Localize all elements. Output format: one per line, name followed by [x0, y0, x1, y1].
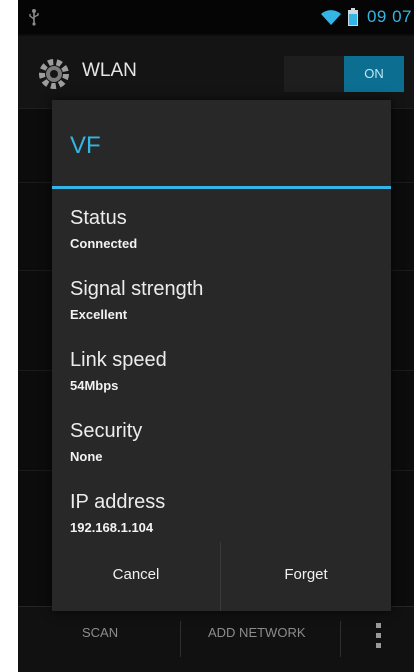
info-label: Link speed: [70, 349, 167, 371]
status-bar: 09 07: [18, 0, 414, 34]
overflow-menu-icon[interactable]: [376, 623, 381, 653]
info-label: IP address: [70, 491, 166, 513]
info-label: Signal strength: [70, 278, 204, 300]
wlan-toggle[interactable]: ON: [284, 56, 404, 92]
scan-button[interactable]: SCAN: [82, 625, 118, 640]
toggle-on-label: ON: [344, 56, 404, 92]
phone-screen: 09 07 WLAN ON SCAN ADD NETWORK VF Status…: [18, 0, 414, 672]
info-item-link-speed: Link speed 54Mbps: [70, 348, 380, 419]
divider: [180, 621, 181, 657]
network-info-list: Status Connected Signal strength Excelle…: [70, 206, 380, 561]
info-item-signal-strength: Signal strength Excellent: [70, 277, 380, 348]
info-item-status: Status Connected: [70, 206, 380, 277]
bottom-action-bar: SCAN ADD NETWORK: [18, 606, 414, 672]
forget-button[interactable]: Forget: [221, 542, 391, 611]
battery-icon: [348, 8, 358, 26]
info-value: Excellent: [70, 307, 128, 322]
dialog-buttons: Cancel Forget: [52, 542, 391, 611]
info-label: Security: [70, 420, 143, 442]
action-bar: WLAN ON: [18, 36, 414, 109]
info-label: Status: [70, 207, 127, 229]
info-item-security: Security None: [70, 419, 380, 490]
info-value: 54Mbps: [70, 378, 119, 393]
wifi-icon: [321, 10, 341, 25]
info-value: None: [70, 449, 103, 464]
usb-icon: [29, 9, 39, 26]
clock: 09 07: [366, 7, 412, 26]
cancel-button[interactable]: Cancel: [52, 542, 220, 611]
page-title: WLAN: [82, 60, 137, 81]
info-value: 192.168.1.104: [70, 520, 154, 535]
dialog-title: VF: [70, 132, 101, 159]
info-value: Connected: [70, 236, 138, 251]
dialog-title-divider: [52, 186, 391, 189]
network-details-dialog: VF Status Connected Signal strength Exce…: [52, 100, 391, 611]
settings-icon[interactable]: [36, 56, 72, 92]
add-network-button[interactable]: ADD NETWORK: [208, 625, 306, 640]
divider: [340, 621, 341, 657]
